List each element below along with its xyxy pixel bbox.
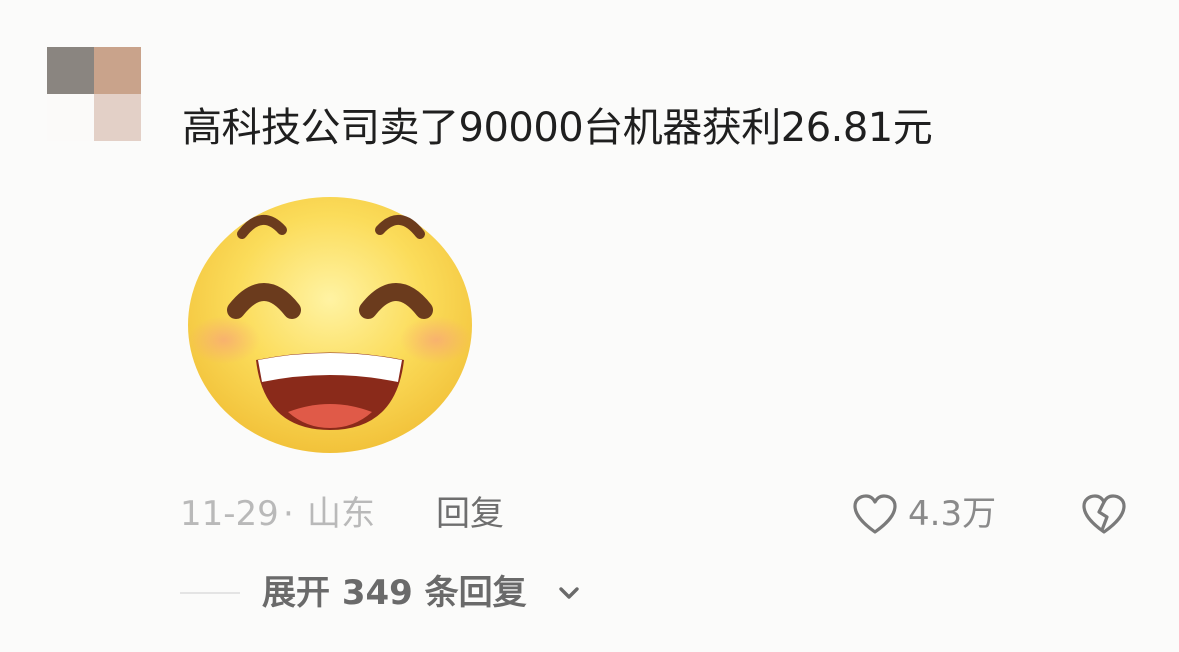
reply-divider bbox=[180, 592, 240, 594]
comment-location: 山东 bbox=[307, 494, 375, 534]
avatar-pixel bbox=[94, 47, 141, 94]
avatar-pixel bbox=[47, 47, 94, 94]
heart-outline-icon[interactable] bbox=[851, 492, 899, 536]
avatar-pixel bbox=[94, 94, 141, 141]
avatar-pixel bbox=[47, 94, 94, 141]
like-count: 4.3万 bbox=[908, 494, 997, 534]
comment-text: 高科技公司卖了90000台机器获利26.81元 bbox=[182, 105, 933, 151]
avatar[interactable] bbox=[47, 47, 141, 141]
grinning-face-sticker bbox=[188, 197, 472, 453]
chevron-down-icon[interactable] bbox=[556, 580, 582, 606]
broken-heart-icon[interactable] bbox=[1080, 492, 1128, 536]
comment-date: 11-29 bbox=[180, 494, 279, 534]
meta-separator: · bbox=[283, 494, 294, 534]
expand-replies-button[interactable]: 展开 349 条回复 bbox=[262, 569, 527, 617]
reply-button[interactable]: 回复 bbox=[436, 490, 504, 538]
